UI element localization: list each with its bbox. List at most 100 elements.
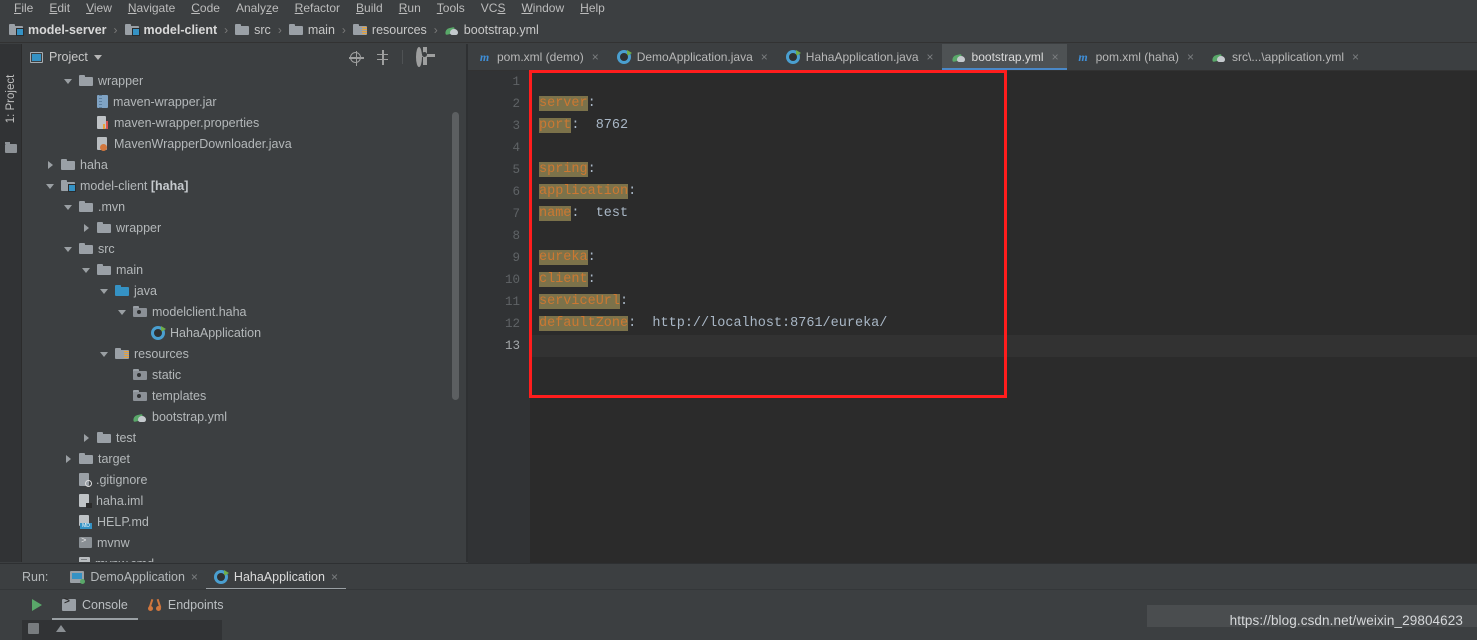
editor-tab-pom-xml-haha-[interactable]: m pom.xml (haha) × <box>1067 44 1202 70</box>
tree-node[interactable]: HahaApplication <box>22 322 467 343</box>
code-line[interactable]: spring: <box>530 159 1477 181</box>
menu-item-run[interactable]: Run <box>391 0 429 16</box>
chevron-down-icon[interactable] <box>82 265 92 275</box>
code-line[interactable]: client: <box>530 269 1477 291</box>
chevron-down-icon[interactable] <box>100 286 110 296</box>
menu-item-edit[interactable]: Edit <box>41 0 78 16</box>
close-icon[interactable]: × <box>191 570 198 584</box>
breadcrumb-item-src[interactable]: src <box>232 23 274 37</box>
tree-node[interactable]: test <box>22 427 467 448</box>
project-tree-scrollbar[interactable] <box>452 112 459 400</box>
breadcrumb-item-model-server[interactable]: model-server <box>6 23 110 37</box>
code-line[interactable] <box>530 137 1477 159</box>
view-tab-endpoints[interactable]: Endpoints <box>138 590 234 620</box>
tree-node[interactable]: java <box>22 280 467 301</box>
tree-node[interactable]: bootstrap.yml <box>22 406 467 427</box>
editor-tab-demoapplication-java[interactable]: DemoApplication.java × <box>607 44 776 70</box>
tree-node[interactable]: modelclient.haha <box>22 301 467 322</box>
chevron-down-icon[interactable] <box>118 307 128 317</box>
close-icon[interactable]: × <box>761 51 768 63</box>
code-line[interactable] <box>530 225 1477 247</box>
menu-item-navigate[interactable]: Navigate <box>120 0 183 16</box>
run-tab-hahaapplication[interactable]: HahaApplication × <box>205 564 347 590</box>
tree-node[interactable]: MavenWrapperDownloader.java <box>22 133 467 154</box>
sidebar-tab-project[interactable]: 1: Project <box>0 70 22 128</box>
menu-item-view[interactable]: View <box>78 0 120 16</box>
chevron-down-icon[interactable] <box>64 76 74 86</box>
collapse-all-icon[interactable] <box>375 49 390 65</box>
chevron-down-icon[interactable] <box>46 181 56 191</box>
code-line[interactable] <box>530 71 1477 93</box>
code-line[interactable]: application: <box>530 181 1477 203</box>
chevron-down-icon[interactable] <box>93 54 102 60</box>
project-panel-title-group[interactable]: Project <box>30 50 102 64</box>
menu-item-help[interactable]: Help <box>572 0 613 16</box>
code-line[interactable]: name: test <box>530 203 1477 225</box>
chevron-down-icon[interactable] <box>100 349 110 359</box>
tree-node[interactable]: templates <box>22 385 467 406</box>
tree-node[interactable]: MD HELP.md <box>22 511 467 532</box>
stop-icon[interactable] <box>28 623 39 634</box>
breadcrumb-item-bootstrap-yml[interactable]: bootstrap.yml <box>442 23 542 37</box>
breadcrumb-item-resources[interactable]: resources <box>350 23 430 37</box>
gear-icon[interactable] <box>415 46 430 67</box>
menu-item-file[interactable]: File <box>6 0 41 16</box>
tree-node[interactable]: .gitignore <box>22 469 467 490</box>
close-icon[interactable]: × <box>1352 51 1359 63</box>
menu-item-analyze[interactable]: Analyze <box>228 0 287 16</box>
chevron-right-icon[interactable] <box>82 223 92 233</box>
menu-item-vcs[interactable]: VCS <box>473 0 514 16</box>
tree-node[interactable]: resources <box>22 343 467 364</box>
menu-item-tools[interactable]: Tools <box>429 0 473 16</box>
chevron-right-icon[interactable] <box>64 454 74 464</box>
chevron-right-icon[interactable] <box>46 160 56 170</box>
menu-item-build[interactable]: Build <box>348 0 391 16</box>
code-line[interactable]: eureka: <box>530 247 1477 269</box>
tree-node[interactable]: wrapper <box>22 217 467 238</box>
code-line[interactable]: defaultZone: http://localhost:8761/eurek… <box>530 313 1477 335</box>
code-editor[interactable]: 1 2 3 4 5 6 7 8 9 10 11 12 13 server: port: 8762 spri… <box>468 71 1477 563</box>
locate-icon[interactable] <box>348 50 364 66</box>
scroll-up-icon[interactable] <box>56 625 66 632</box>
editor-tab-bootstrap-yml[interactable]: bootstrap.yml × <box>941 44 1067 70</box>
chevron-down-icon[interactable] <box>64 202 74 212</box>
editor-tab-src-application-yml[interactable]: src\...\application.yml × <box>1202 44 1367 70</box>
minimize-icon[interactable] <box>442 50 457 65</box>
tree-node[interactable]: wrapper <box>22 70 467 91</box>
view-tab-console[interactable]: Console <box>52 590 138 620</box>
editor-tab-pom-xml-demo-[interactable]: m pom.xml (demo) × <box>468 44 607 70</box>
tree-node[interactable]: static <box>22 364 467 385</box>
project-tree[interactable]: wrapper maven-wrapper.jar maven-wrapper.pr… <box>22 70 467 562</box>
project-folder-icon[interactable] <box>5 142 17 153</box>
close-icon[interactable]: × <box>331 570 338 584</box>
code-content[interactable]: server: port: 8762 spring: application: nam… <box>530 71 1477 563</box>
run-tab-demoapplication[interactable]: DemoApplication × <box>62 564 206 590</box>
tree-node[interactable]: model-client [haha] <box>22 175 467 196</box>
editor-tab-hahaapplication-java[interactable]: HahaApplication.java × <box>776 44 942 70</box>
tree-node[interactable]: haha.iml <box>22 490 467 511</box>
code-line[interactable] <box>530 335 1477 357</box>
tree-node[interactable]: src <box>22 238 467 259</box>
tree-node[interactable]: maven-wrapper.jar <box>22 91 467 112</box>
tree-node[interactable]: main <box>22 259 467 280</box>
close-icon[interactable]: × <box>1052 51 1059 63</box>
tree-node[interactable]: mvnw <box>22 532 467 553</box>
menu-item-refactor[interactable]: Refactor <box>287 0 348 16</box>
breadcrumb-item-main[interactable]: main <box>286 23 338 37</box>
code-line[interactable]: port: 8762 <box>530 115 1477 137</box>
code-line[interactable]: serviceUrl: <box>530 291 1477 313</box>
chevron-right-icon[interactable] <box>82 433 92 443</box>
chevron-down-icon[interactable] <box>64 244 74 254</box>
tree-node[interactable]: target <box>22 448 467 469</box>
run-icon[interactable] <box>22 598 52 611</box>
tree-node[interactable]: .mvn <box>22 196 467 217</box>
tree-node[interactable]: mvnw.cmd <box>22 553 467 562</box>
close-icon[interactable]: × <box>592 51 599 63</box>
close-icon[interactable]: × <box>927 51 934 63</box>
tree-node[interactable]: haha <box>22 154 467 175</box>
close-icon[interactable]: × <box>1187 51 1194 63</box>
menu-item-code[interactable]: Code <box>183 0 228 16</box>
menu-item-window[interactable]: Window <box>513 0 572 16</box>
code-line[interactable]: server: <box>530 93 1477 115</box>
tree-node[interactable]: maven-wrapper.properties <box>22 112 467 133</box>
